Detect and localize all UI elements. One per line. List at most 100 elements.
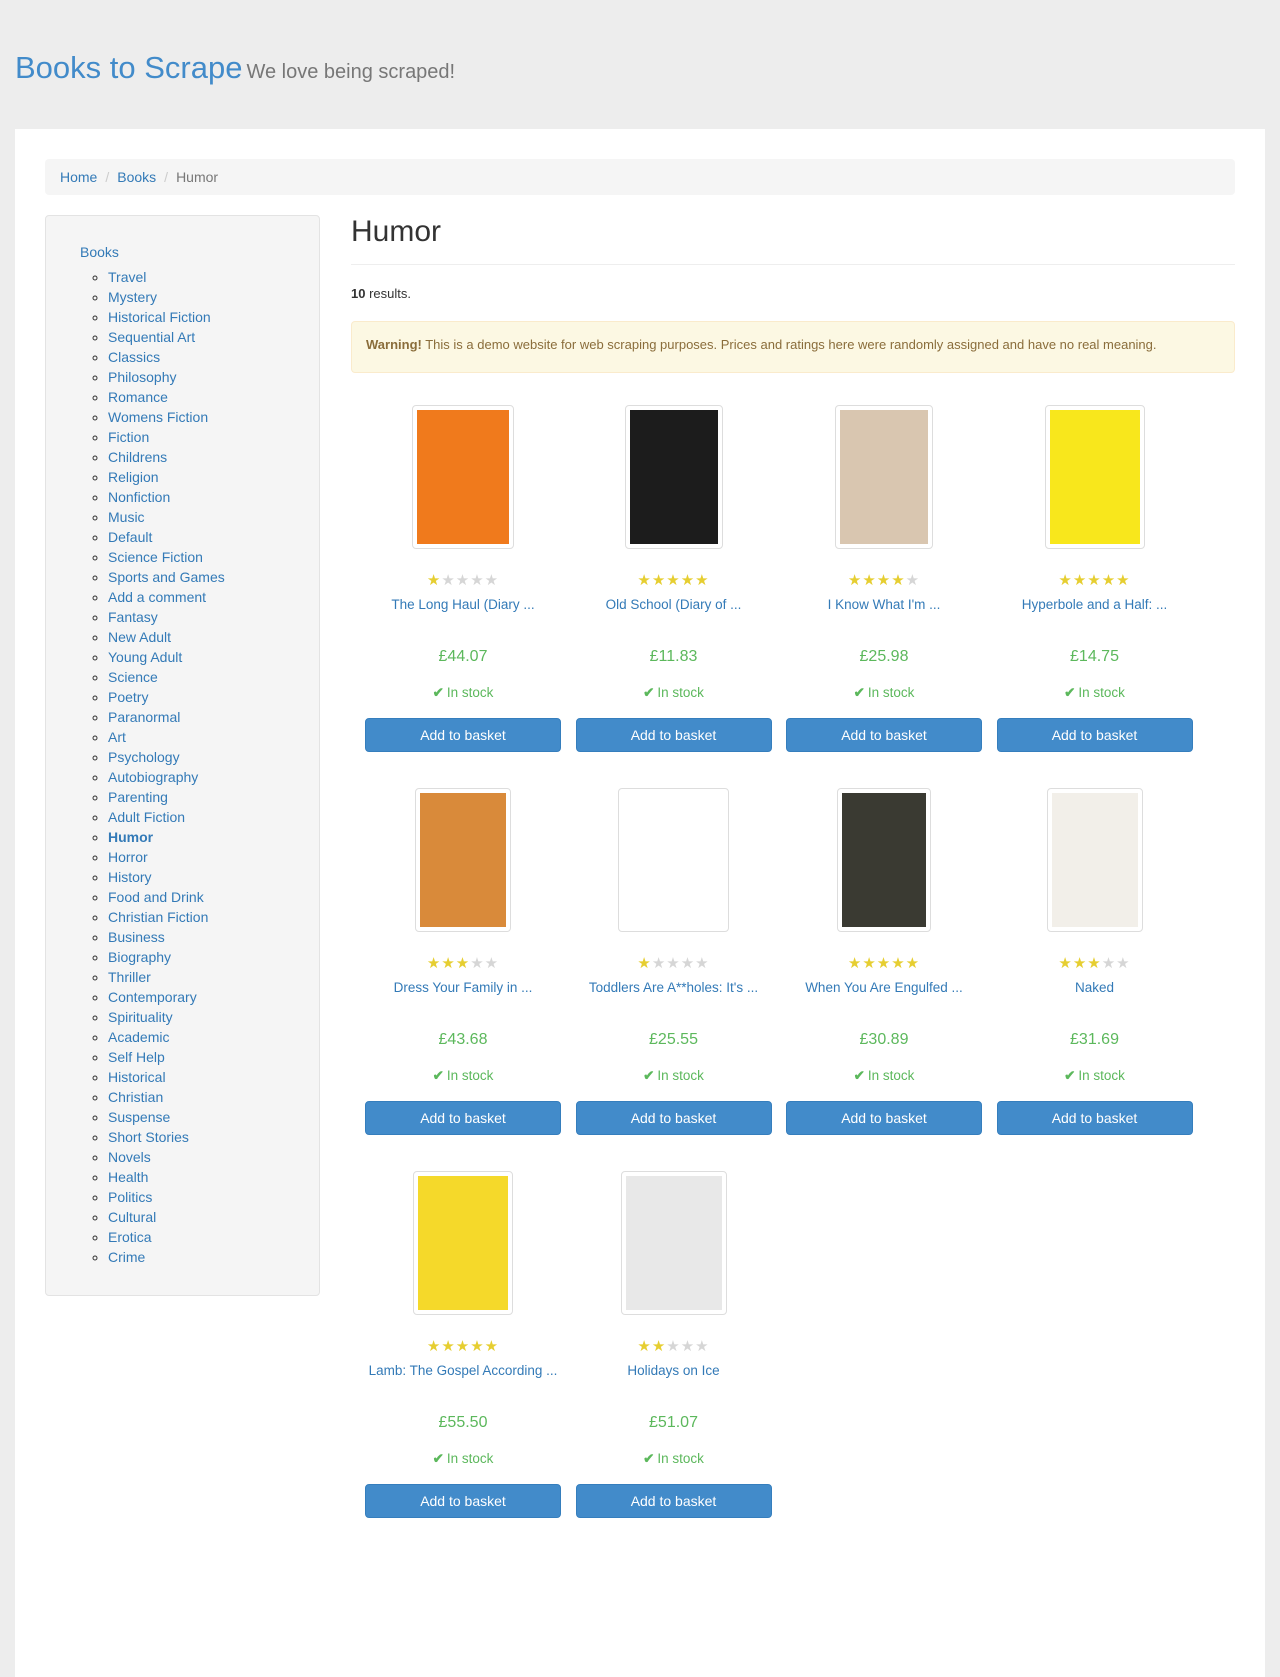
sidebar-item-suspense[interactable]: Suspense: [108, 1107, 319, 1127]
book-title-link[interactable]: When You Are Engulfed ...: [805, 980, 963, 995]
sidebar-item-history[interactable]: History: [108, 867, 319, 887]
sidebar-item-label[interactable]: Christian: [108, 1089, 163, 1105]
sidebar-item-sequential-art[interactable]: Sequential Art: [108, 327, 319, 347]
sidebar-item-label[interactable]: History: [108, 869, 152, 885]
sidebar-item-horror[interactable]: Horror: [108, 847, 319, 867]
book-title-link[interactable]: Naked: [1075, 980, 1114, 995]
sidebar-item-label[interactable]: Philosophy: [108, 369, 177, 385]
sidebar-item-adult-fiction[interactable]: Adult Fiction: [108, 807, 319, 827]
sidebar-item-label[interactable]: Fantasy: [108, 609, 158, 625]
sidebar-item-label[interactable]: Historical Fiction: [108, 309, 211, 325]
sidebar-item-sports-and-games[interactable]: Sports and Games: [108, 567, 319, 587]
book-cover-image[interactable]: [620, 1171, 727, 1315]
add-to-basket-button[interactable]: Add to basket: [575, 1484, 772, 1518]
sidebar-item-label[interactable]: Fiction: [108, 429, 149, 445]
sidebar-item-label[interactable]: Sports and Games: [108, 569, 225, 585]
sidebar-item-label[interactable]: Humor: [108, 829, 153, 845]
sidebar-item-label[interactable]: Suspense: [108, 1109, 170, 1125]
sidebar-item-label[interactable]: Adult Fiction: [108, 809, 185, 825]
sidebar-item-label[interactable]: Childrens: [108, 449, 167, 465]
book-title-link[interactable]: Hyperbole and a Half: ...: [1022, 597, 1168, 612]
book-cover-image[interactable]: [624, 405, 723, 549]
sidebar-item-classics[interactable]: Classics: [108, 347, 319, 367]
sidebar-item-label[interactable]: Food and Drink: [108, 889, 204, 905]
sidebar-item-academic[interactable]: Academic: [108, 1027, 319, 1047]
sidebar-item-label[interactable]: Crime: [108, 1249, 145, 1265]
sidebar-item-self-help[interactable]: Self Help: [108, 1047, 319, 1067]
sidebar-item-crime[interactable]: Crime: [108, 1247, 319, 1267]
sidebar-item-label[interactable]: Music: [108, 509, 145, 525]
sidebar-item-mystery[interactable]: Mystery: [108, 287, 319, 307]
sidebar-item-autobiography[interactable]: Autobiography: [108, 767, 319, 787]
sidebar-item-label[interactable]: Thriller: [108, 969, 151, 985]
sidebar-item-label[interactable]: Spirituality: [108, 1009, 173, 1025]
book-cover-image[interactable]: [1044, 405, 1145, 549]
sidebar-item-fantasy[interactable]: Fantasy: [108, 607, 319, 627]
sidebar-item-christian-fiction[interactable]: Christian Fiction: [108, 907, 319, 927]
sidebar-item-young-adult[interactable]: Young Adult: [108, 647, 319, 667]
sidebar-item-label[interactable]: Science: [108, 669, 158, 685]
sidebar-item-label[interactable]: Travel: [108, 269, 146, 285]
add-to-basket-button[interactable]: Add to basket: [365, 1101, 561, 1135]
book-title-link[interactable]: Old School (Diary of ...: [606, 597, 742, 612]
sidebar-item-label[interactable]: Religion: [108, 469, 159, 485]
brand-link[interactable]: Books to Scrape: [15, 50, 242, 85]
sidebar-item-label[interactable]: Self Help: [108, 1049, 165, 1065]
sidebar-item-christian[interactable]: Christian: [108, 1087, 319, 1107]
sidebar-item-nonfiction[interactable]: Nonfiction: [108, 487, 319, 507]
sidebar-item-womens-fiction[interactable]: Womens Fiction: [108, 407, 319, 427]
sidebar-item-label[interactable]: Art: [108, 729, 126, 745]
sidebar-item-label[interactable]: Nonfiction: [108, 489, 170, 505]
sidebar-item-label[interactable]: Paranormal: [108, 709, 180, 725]
book-title-link[interactable]: I Know What I'm ...: [828, 597, 941, 612]
sidebar-item-label[interactable]: Poetry: [108, 689, 148, 705]
sidebar-item-label[interactable]: Autobiography: [108, 769, 198, 785]
sidebar-item-paranormal[interactable]: Paranormal: [108, 707, 319, 727]
sidebar-item-business[interactable]: Business: [108, 927, 319, 947]
sidebar-item-science-fiction[interactable]: Science Fiction: [108, 547, 319, 567]
sidebar-item-historical-fiction[interactable]: Historical Fiction: [108, 307, 319, 327]
sidebar-item-label[interactable]: Health: [108, 1169, 148, 1185]
sidebar-item-label[interactable]: Default: [108, 529, 152, 545]
breadcrumb-books[interactable]: Books: [117, 169, 156, 185]
book-cover-image[interactable]: [415, 788, 511, 932]
sidebar-item-erotica[interactable]: Erotica: [108, 1227, 319, 1247]
sidebar-item-label[interactable]: Young Adult: [108, 649, 182, 665]
sidebar-item-label[interactable]: Christian Fiction: [108, 909, 208, 925]
add-to-basket-button[interactable]: Add to basket: [786, 1101, 982, 1135]
sidebar-item-music[interactable]: Music: [108, 507, 319, 527]
sidebar-item-label[interactable]: Academic: [108, 1029, 169, 1045]
sidebar-item-label[interactable]: Romance: [108, 389, 168, 405]
sidebar-item-label[interactable]: Biography: [108, 949, 171, 965]
book-cover-image[interactable]: [618, 788, 729, 932]
sidebar-item-label[interactable]: Historical: [108, 1069, 166, 1085]
add-to-basket-button[interactable]: Add to basket: [365, 1484, 561, 1518]
sidebar-item-label[interactable]: Psychology: [108, 749, 180, 765]
sidebar-item-humor[interactable]: Humor: [108, 827, 319, 847]
sidebar-item-romance[interactable]: Romance: [108, 387, 319, 407]
sidebar-item-health[interactable]: Health: [108, 1167, 319, 1187]
book-title-link[interactable]: Lamb: The Gospel According ...: [369, 1363, 558, 1378]
sidebar-item-label[interactable]: Science Fiction: [108, 549, 203, 565]
sidebar-item-travel[interactable]: Travel: [108, 267, 319, 287]
sidebar-item-label[interactable]: Add a comment: [108, 589, 206, 605]
book-title-link[interactable]: The Long Haul (Diary ...: [391, 597, 534, 612]
add-to-basket-button[interactable]: Add to basket: [786, 718, 982, 752]
sidebar-item-biography[interactable]: Biography: [108, 947, 319, 967]
sidebar-item-short-stories[interactable]: Short Stories: [108, 1127, 319, 1147]
sidebar-item-label[interactable]: New Adult: [108, 629, 171, 645]
sidebar-item-fiction[interactable]: Fiction: [108, 427, 319, 447]
add-to-basket-button[interactable]: Add to basket: [575, 718, 772, 752]
book-cover-image[interactable]: [413, 1171, 513, 1315]
sidebar-item-label[interactable]: Womens Fiction: [108, 409, 208, 425]
add-to-basket-button[interactable]: Add to basket: [365, 718, 561, 752]
sidebar-item-historical[interactable]: Historical: [108, 1067, 319, 1087]
sidebar-item-label[interactable]: Parenting: [108, 789, 168, 805]
sidebar-item-label[interactable]: Cultural: [108, 1209, 156, 1225]
sidebar-item-thriller[interactable]: Thriller: [108, 967, 319, 987]
sidebar-item-poetry[interactable]: Poetry: [108, 687, 319, 707]
sidebar-item-label[interactable]: Classics: [108, 349, 160, 365]
book-cover-image[interactable]: [837, 788, 931, 932]
book-title-link[interactable]: Dress Your Family in ...: [394, 980, 533, 995]
add-to-basket-button[interactable]: Add to basket: [575, 1101, 772, 1135]
